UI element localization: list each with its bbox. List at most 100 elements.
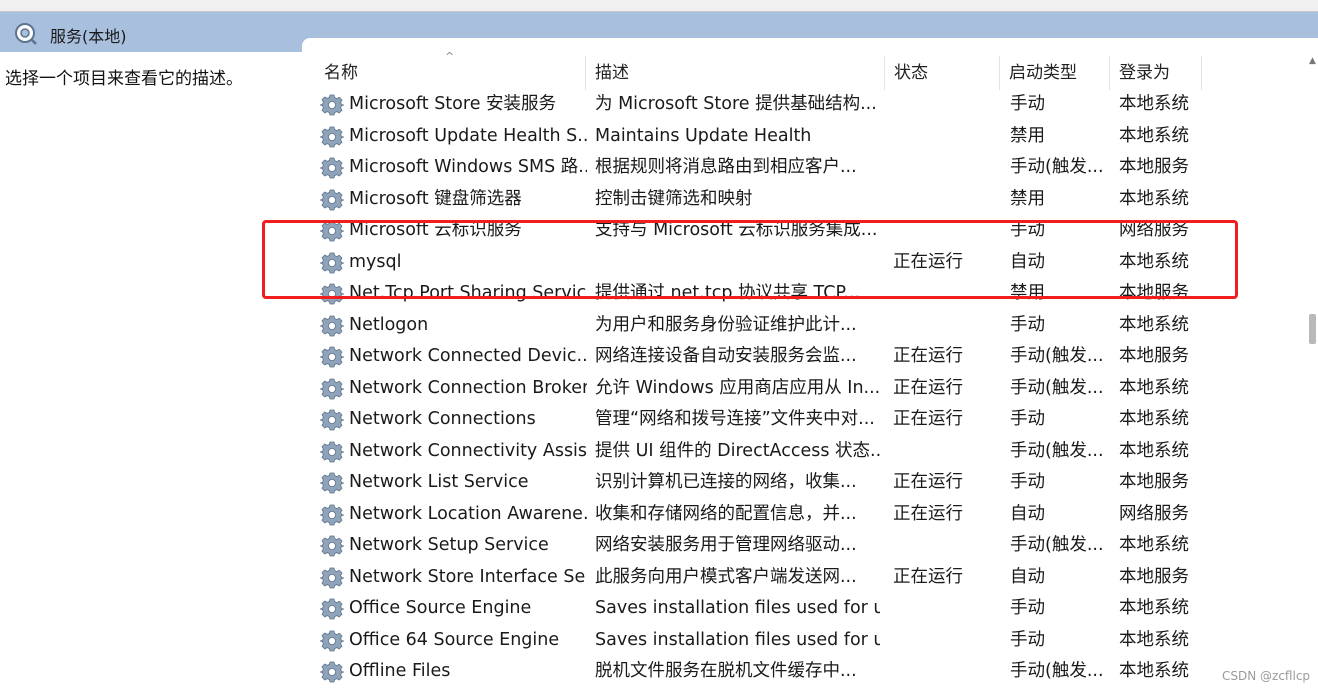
watermark: CSDN @zcfllcp xyxy=(1222,669,1311,683)
service-gear-icon xyxy=(319,660,345,684)
scrollbar-thumb[interactable] xyxy=(1309,314,1316,344)
service-gear-icon xyxy=(319,314,345,338)
service-description: Saves installation files used for u... xyxy=(595,598,880,618)
service-log-on-as: 本地系统 xyxy=(1119,535,1189,555)
services-list-panel: ^ 名称 描述 状态 启动类型 登录为 Microsoft Store 安装服务… xyxy=(302,38,1318,694)
service-startup-type: 手动 xyxy=(1010,598,1045,618)
service-startup-type: 手动 xyxy=(1010,472,1045,492)
service-startup-type: 禁用 xyxy=(1010,188,1045,209)
service-gear-icon xyxy=(319,503,345,527)
table-row[interactable]: Network Connection Broker 允许 Windows 应用商店… xyxy=(302,373,1302,405)
service-startup-type: 自动 xyxy=(1010,503,1045,524)
service-description: 网络安装服务用于管理网络驱动... xyxy=(595,535,857,555)
table-row[interactable]: Network Connected Devic... 网络连接设备自动安装服务会监… xyxy=(302,341,1302,373)
service-name: Network Setup Service xyxy=(349,535,549,555)
service-gear-icon xyxy=(319,566,345,590)
service-log-on-as: 本地系统 xyxy=(1119,377,1189,398)
table-row[interactable]: Office 64 Source Engine Saves installatio… xyxy=(302,625,1302,657)
table-row[interactable]: Microsoft Store 安装服务 为 Microsoft Store 提供… xyxy=(302,89,1302,121)
service-startup-type: 手动 xyxy=(1010,629,1045,650)
service-log-on-as: 本地系统 xyxy=(1119,188,1189,209)
service-startup-type: 手动(触发... xyxy=(1010,661,1104,681)
service-description: 为 Microsoft Store 提供基础结构... xyxy=(595,94,877,114)
service-name: Microsoft Update Health S... xyxy=(349,125,587,146)
service-gear-icon xyxy=(319,377,345,401)
column-header-log-on-as[interactable]: 登录为 xyxy=(1109,60,1201,90)
column-header-startup-type[interactable]: 启动类型 xyxy=(999,60,1109,90)
services-panel-title: 服务(本地) xyxy=(50,27,127,46)
service-startup-type: 手动(触发... xyxy=(1010,346,1104,366)
service-gear-icon xyxy=(319,629,345,653)
service-startup-type: 手动 xyxy=(1010,94,1045,114)
table-row[interactable]: Microsoft Windows SMS 路... 根据规则将消息路由到相应客户… xyxy=(302,152,1302,184)
service-startup-type: 手动(触发... xyxy=(1010,440,1104,461)
service-name: Network Location Awarene... xyxy=(349,503,587,524)
service-log-on-as: 本地系统 xyxy=(1119,94,1189,114)
table-row[interactable]: Network List Service 识别计算机已连接的网络，收集... 正在运… xyxy=(302,467,1302,499)
service-description: 控制击键筛选和映射 xyxy=(595,188,753,209)
window-top-edge xyxy=(0,0,1318,12)
service-description: 提供 UI 组件的 DirectAccess 状态... xyxy=(595,440,880,461)
service-description: 收集和存储网络的配置信息，并... xyxy=(595,503,857,524)
column-header-name[interactable]: 名称 xyxy=(314,60,584,90)
vertical-scrollbar[interactable]: ▲ xyxy=(1307,52,1318,694)
service-name: Network List Service xyxy=(349,472,529,492)
table-row[interactable]: Network Store Interface Se... 此服务向用户模式客户端… xyxy=(302,562,1302,594)
table-row[interactable]: Network Setup Service 网络安装服务用于管理网络驱动... 手动… xyxy=(302,530,1302,562)
table-row[interactable]: Office Source Engine Saves installation f… xyxy=(302,593,1302,625)
table-row[interactable]: Network Location Awarene... 收集和存储网络的配置信息，… xyxy=(302,499,1302,531)
description-pane: 选择一个项目来查看它的描述。 xyxy=(0,52,302,694)
service-status: 正在运行 xyxy=(893,346,963,366)
service-log-on-as: 本地系统 xyxy=(1119,409,1189,429)
service-gear-icon xyxy=(319,408,345,432)
service-gear-icon xyxy=(319,597,345,621)
service-gear-icon xyxy=(319,93,345,117)
column-header-row: ^ 名称 描述 状态 启动类型 登录为 xyxy=(302,38,1318,90)
service-gear-icon xyxy=(319,125,345,149)
service-description: Saves installation files used for u... xyxy=(595,629,880,650)
scroll-up-arrow-icon[interactable]: ▲ xyxy=(1307,56,1318,66)
service-status: 正在运行 xyxy=(893,472,963,492)
service-status: 正在运行 xyxy=(893,503,963,524)
service-startup-type: 手动(触发... xyxy=(1010,535,1104,555)
mysql-highlight-annotation xyxy=(262,220,1238,299)
table-row[interactable]: Offline Files 脱机文件服务在脱机文件缓存中... 手动(触发... 本地… xyxy=(302,656,1302,688)
service-startup-type: 手动 xyxy=(1010,314,1045,335)
table-row[interactable]: Network Connectivity Assis... 提供 UI 组件的 D… xyxy=(302,436,1302,468)
service-log-on-as: 本地系统 xyxy=(1119,125,1189,146)
service-startup-type: 手动(触发... xyxy=(1010,377,1104,398)
column-header-status[interactable]: 状态 xyxy=(884,60,999,90)
column-header-description[interactable]: 描述 xyxy=(585,60,885,90)
service-name: Network Store Interface Se... xyxy=(349,566,587,587)
service-startup-type: 禁用 xyxy=(1010,125,1045,146)
service-description: 网络连接设备自动安装服务会监... xyxy=(595,346,857,366)
service-gear-icon xyxy=(319,471,345,495)
service-description: 识别计算机已连接的网络，收集... xyxy=(595,472,857,492)
service-log-on-as: 本地系统 xyxy=(1119,314,1189,335)
service-log-on-as: 本地系统 xyxy=(1119,661,1189,681)
service-name: Netlogon xyxy=(349,314,429,335)
service-name: Office 64 Source Engine xyxy=(349,629,560,650)
service-name: Office Source Engine xyxy=(349,598,532,618)
service-name: Network Connection Broker xyxy=(349,377,587,398)
service-status: 正在运行 xyxy=(893,409,963,429)
column-divider[interactable] xyxy=(1201,56,1202,90)
table-row[interactable]: Netlogon 为用户和服务身份验证维护此计... 手动 本地系统 xyxy=(302,310,1302,342)
service-log-on-as: 本地服务 xyxy=(1119,472,1189,492)
service-gear-icon xyxy=(319,440,345,464)
service-name: Network Connected Devic... xyxy=(349,346,587,366)
service-log-on-as: 本地系统 xyxy=(1119,598,1189,618)
service-gear-icon xyxy=(319,345,345,369)
service-name: Network Connectivity Assis... xyxy=(349,440,587,461)
service-description: 为用户和服务身份验证维护此计... xyxy=(595,314,857,335)
services-gear-icon xyxy=(15,23,37,45)
service-description: 允许 Windows 应用商店应用从 In... xyxy=(595,377,880,398)
service-log-on-as: 本地系统 xyxy=(1119,440,1189,461)
table-row[interactable]: Microsoft 键盘筛选器 控制击键筛选和映射 禁用 本地系统 xyxy=(302,184,1302,216)
service-gear-icon xyxy=(319,188,345,212)
service-name: Microsoft 键盘筛选器 xyxy=(349,188,522,209)
service-description: 此服务向用户模式客户端发送网... xyxy=(595,566,857,587)
table-row[interactable]: Network Connections 管理“网络和拨号连接”文件夹中对... 正在… xyxy=(302,404,1302,436)
service-log-on-as: 本地服务 xyxy=(1119,157,1189,177)
table-row[interactable]: Microsoft Update Health S... Maintains Up… xyxy=(302,121,1302,153)
